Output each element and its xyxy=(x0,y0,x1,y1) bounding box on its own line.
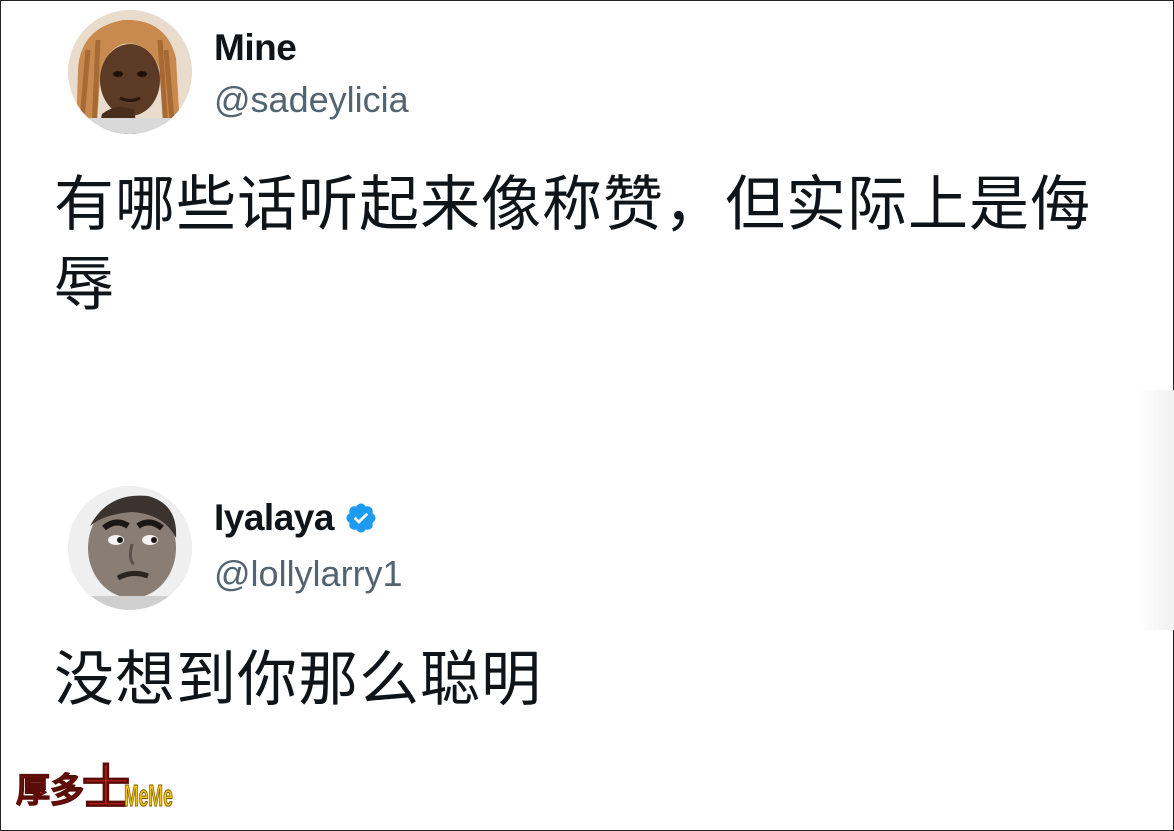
verified-badge-icon xyxy=(344,501,378,535)
name-row: Mine xyxy=(214,26,297,70)
edge-shadow xyxy=(1138,390,1174,630)
svg-text:MeMe: MeMe xyxy=(124,779,173,813)
user-handle[interactable]: @lollylarry1 xyxy=(214,552,403,596)
display-name[interactable]: Mine xyxy=(214,26,297,70)
display-name[interactable]: Iyalaya xyxy=(214,496,334,540)
tweet-text: 没想到你那么聪明 xyxy=(54,645,542,715)
tweet-text: 有哪些话听起来像称赞，但实际上是侮辱 xyxy=(54,170,1091,320)
svg-text:厚多: 厚多 xyxy=(16,771,84,811)
avatar[interactable] xyxy=(68,10,192,134)
watermark-logo: 厚多 士 MeMe xyxy=(15,740,176,820)
avatar[interactable] xyxy=(68,486,192,610)
user-handle[interactable]: @sadeylicia xyxy=(214,78,409,122)
svg-text:士: 士 xyxy=(82,760,130,816)
name-row: Iyalaya xyxy=(214,496,378,540)
